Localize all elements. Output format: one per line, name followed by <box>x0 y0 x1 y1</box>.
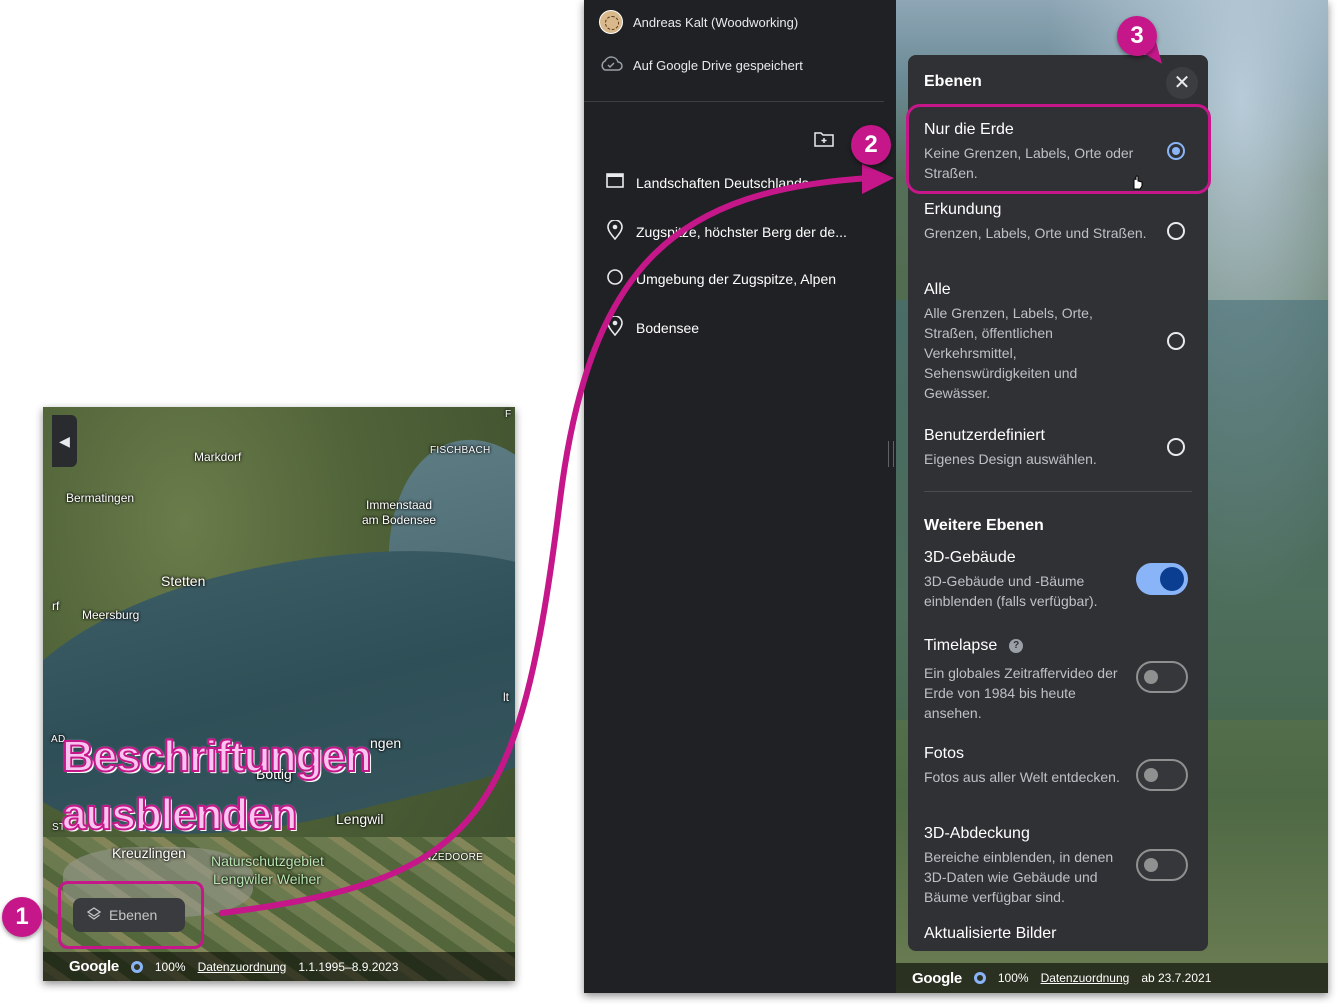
annotation-arrow <box>219 34 1162 916</box>
step-marker-3: 3 <box>1117 16 1157 56</box>
step-marker-1: 1 <box>2 897 42 937</box>
step-marker-2: 2 <box>851 125 891 165</box>
